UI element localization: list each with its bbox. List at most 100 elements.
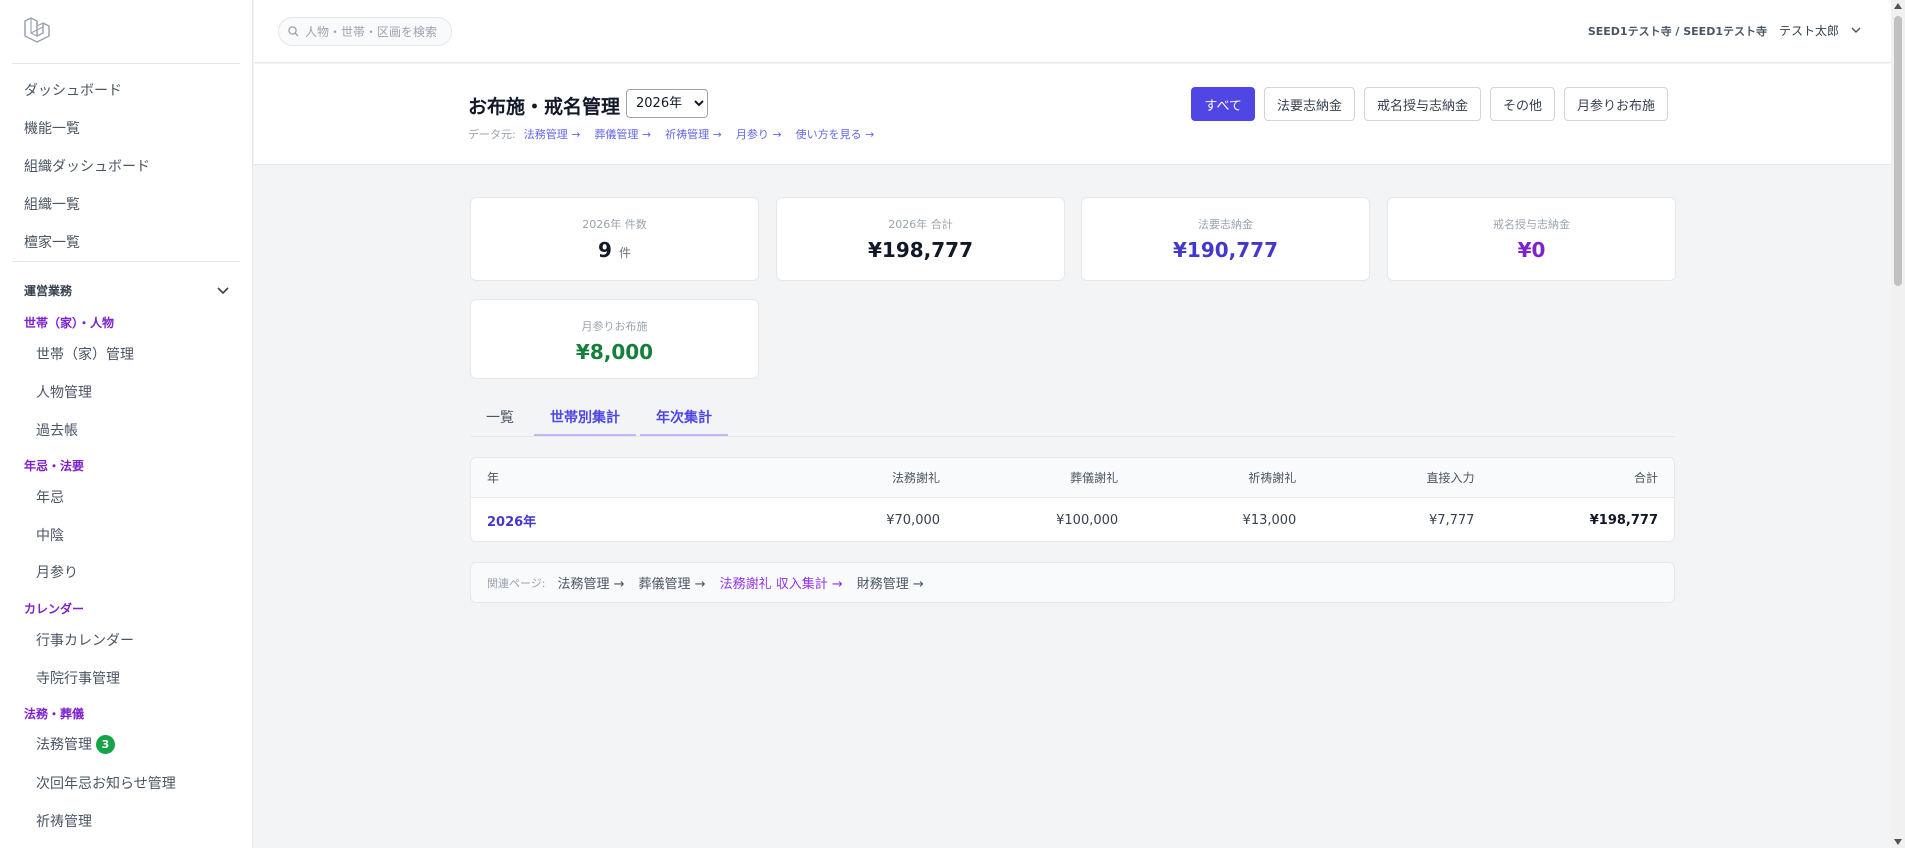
nav-label: 寺院行事管理	[36, 671, 120, 687]
filter-tsukimairi-button[interactable]: 月参りお布施	[1563, 87, 1668, 121]
filter-other-button[interactable]: その他	[1489, 87, 1555, 121]
group-label-homu: 法務・葬儀	[24, 707, 85, 721]
divider	[12, 63, 240, 64]
page-title: お布施・戒名管理	[468, 96, 621, 118]
stat-number: 9	[598, 238, 612, 262]
cell-sogi: ¥100,000	[1056, 512, 1119, 528]
nav-label: 世帯（家）管理	[36, 347, 134, 363]
source-link-sogi[interactable]: 葬儀管理 →	[594, 126, 651, 142]
nav-kito-mgmt[interactable]: 祈祷管理	[36, 811, 92, 831]
section-title: 運営業務	[24, 284, 73, 298]
nav-tsukimairi[interactable]: 月参り	[36, 562, 78, 582]
nav-org-dashboard[interactable]: 組織ダッシュボード	[24, 156, 150, 176]
nav-nenki-notice[interactable]: 次回年忌お知らせ管理	[36, 773, 176, 793]
table-row: 2026年 ¥70,000 ¥100,000 ¥13,000 ¥7,777 ¥1…	[471, 498, 1674, 541]
section-operations[interactable]: 運営業務	[24, 282, 229, 299]
sidebar: ダッシュボード 機能一覧 組織ダッシュボード 組織一覧 檀家一覧 運営業務 世帯…	[0, 0, 253, 848]
nav-event-calendar[interactable]: 行事カレンダー	[36, 630, 134, 650]
table-header: 年 法務謝礼 葬儀謝礼 祈祷謝礼 直接入力 合計	[471, 458, 1674, 498]
cell-year: 2026年	[471, 511, 762, 530]
cell-direct: ¥7,777	[1428, 512, 1475, 528]
scrollbar-thumb[interactable]	[1894, 16, 1902, 286]
nav-danka-list[interactable]: 檀家一覧	[24, 232, 80, 252]
divider	[12, 261, 240, 262]
stat-value: ¥190,777	[1172, 238, 1278, 262]
col-sogi: 葬儀謝礼	[1070, 471, 1119, 485]
nav-label: 過去帳	[36, 423, 78, 439]
nav-label: 月参り	[36, 565, 78, 581]
source-link-tsukimairi[interactable]: 月参り →	[736, 126, 782, 142]
source-link-kito[interactable]: 祈祷管理 →	[665, 126, 722, 142]
source-label: データ元:	[468, 128, 516, 141]
logo-icon[interactable]	[22, 14, 52, 46]
user-name: テスト太郎	[1778, 24, 1839, 38]
stat-label: 法要志納金	[1198, 218, 1253, 231]
year-link[interactable]: 2026年	[487, 515, 536, 530]
stat-value: 9 件	[471, 238, 758, 262]
nav-kakocho[interactable]: 過去帳	[36, 420, 78, 440]
related-link-finance[interactable]: 財務管理 →	[857, 573, 924, 592]
tab-list[interactable]: 一覧	[470, 400, 530, 436]
page-header: お布施・戒名管理 2026年 データ元: 法務管理 → 葬儀管理 → 祈祷管理 …	[254, 64, 1891, 165]
filter-kaimyo-button[interactable]: 戒名授与志納金	[1363, 87, 1481, 121]
related-link-income[interactable]: 法務謝礼 収入集計 →	[720, 573, 843, 592]
stat-unit: 件	[618, 246, 631, 260]
tab-yearly-summary[interactable]: 年次集計	[640, 400, 728, 436]
stat-label: 2026年 件数	[582, 218, 647, 231]
topbar: SEED1テスト寺 / SEED1テスト寺 テスト太郎	[254, 0, 1891, 63]
nav-dashboard[interactable]: ダッシュボード	[24, 80, 122, 100]
nav-features[interactable]: 機能一覧	[24, 118, 80, 138]
nav-nenki[interactable]: 年忌	[36, 487, 64, 507]
cell-homu: ¥70,000	[886, 512, 941, 528]
search-input[interactable]	[305, 24, 445, 39]
related-link-sogi[interactable]: 葬儀管理 →	[639, 573, 706, 592]
tab-household-summary[interactable]: 世帯別集計	[534, 400, 636, 436]
nav-label: 行事カレンダー	[36, 633, 134, 649]
scrollbar[interactable]	[1891, 0, 1905, 848]
chevron-down-icon[interactable]	[1851, 27, 1861, 34]
nav-label: 人物管理	[36, 385, 92, 401]
summary-table: 年 法務謝礼 葬儀謝礼 祈祷謝礼 直接入力 合計 2026年 ¥70,000 ¥…	[470, 457, 1675, 542]
search-icon	[288, 26, 299, 37]
nav-household-mgmt[interactable]: 世帯（家）管理	[36, 344, 134, 364]
stat-label: 月参りお布施	[581, 320, 648, 333]
nav-chuin[interactable]: 中陰	[36, 525, 64, 545]
cell-kito: ¥13,000	[1242, 512, 1297, 528]
data-source-row: データ元: 法務管理 → 葬儀管理 → 祈祷管理 → 月参り → 使い方を見る …	[468, 126, 874, 142]
related-pages: 関連ページ: 法務管理 → 葬儀管理 → 法務謝礼 収入集計 → 財務管理 →	[470, 562, 1675, 603]
source-link-homu[interactable]: 法務管理 →	[524, 126, 581, 142]
chevron-down-icon[interactable]	[217, 286, 229, 295]
stat-card-count: 2026年 件数 9 件	[470, 197, 759, 281]
search-box[interactable]	[278, 17, 452, 46]
col-kito: 祈祷謝礼	[1248, 471, 1297, 485]
related-label: 関連ページ:	[487, 576, 546, 590]
nav-homu-mgmt[interactable]: 法務管理 3	[36, 734, 115, 754]
nav-org-list[interactable]: 組織一覧	[24, 194, 80, 214]
group-label-calendar: カレンダー	[24, 602, 85, 616]
nav-label: 次回年忌お知らせ管理	[36, 776, 176, 792]
group-label-nenki: 年忌・法要	[24, 459, 85, 473]
nav-temple-events[interactable]: 寺院行事管理	[36, 668, 120, 688]
filter-group: すべて 法要志納金 戒名授与志納金 その他 月参りお布施	[1191, 87, 1668, 121]
nav-label: 年忌	[36, 490, 64, 506]
stat-value: ¥8,000	[575, 340, 654, 364]
filter-all-button[interactable]: すべて	[1191, 87, 1255, 121]
col-total: 合計	[1634, 471, 1659, 485]
scroll-up-icon[interactable]	[1894, 3, 1902, 9]
year-select[interactable]: 2026年	[626, 89, 708, 118]
nav-label: 法務管理	[36, 737, 92, 753]
stat-card-hoyo: 法要志納金 ¥190,777	[1081, 197, 1370, 281]
nav-label: 中陰	[36, 528, 64, 544]
col-homu: 法務謝礼	[892, 471, 941, 485]
howto-link[interactable]: 使い方を見る →	[796, 126, 875, 142]
user-menu[interactable]: SEED1テスト寺 / SEED1テスト寺 テスト太郎	[1588, 22, 1861, 39]
nav-label: 祈祷管理	[36, 814, 92, 830]
nav-person-mgmt[interactable]: 人物管理	[36, 382, 92, 402]
related-link-homu[interactable]: 法務管理 →	[558, 573, 625, 592]
scroll-down-icon[interactable]	[1894, 839, 1902, 845]
tab-bar: 一覧 世帯別集計 年次集計	[470, 400, 1675, 437]
stat-label: 戒名授与志納金	[1493, 218, 1570, 231]
stat-card-kaimyo: 戒名授与志納金 ¥0	[1387, 197, 1676, 281]
filter-hoyo-button[interactable]: 法要志納金	[1263, 87, 1355, 121]
stat-value: ¥198,777	[867, 238, 973, 262]
